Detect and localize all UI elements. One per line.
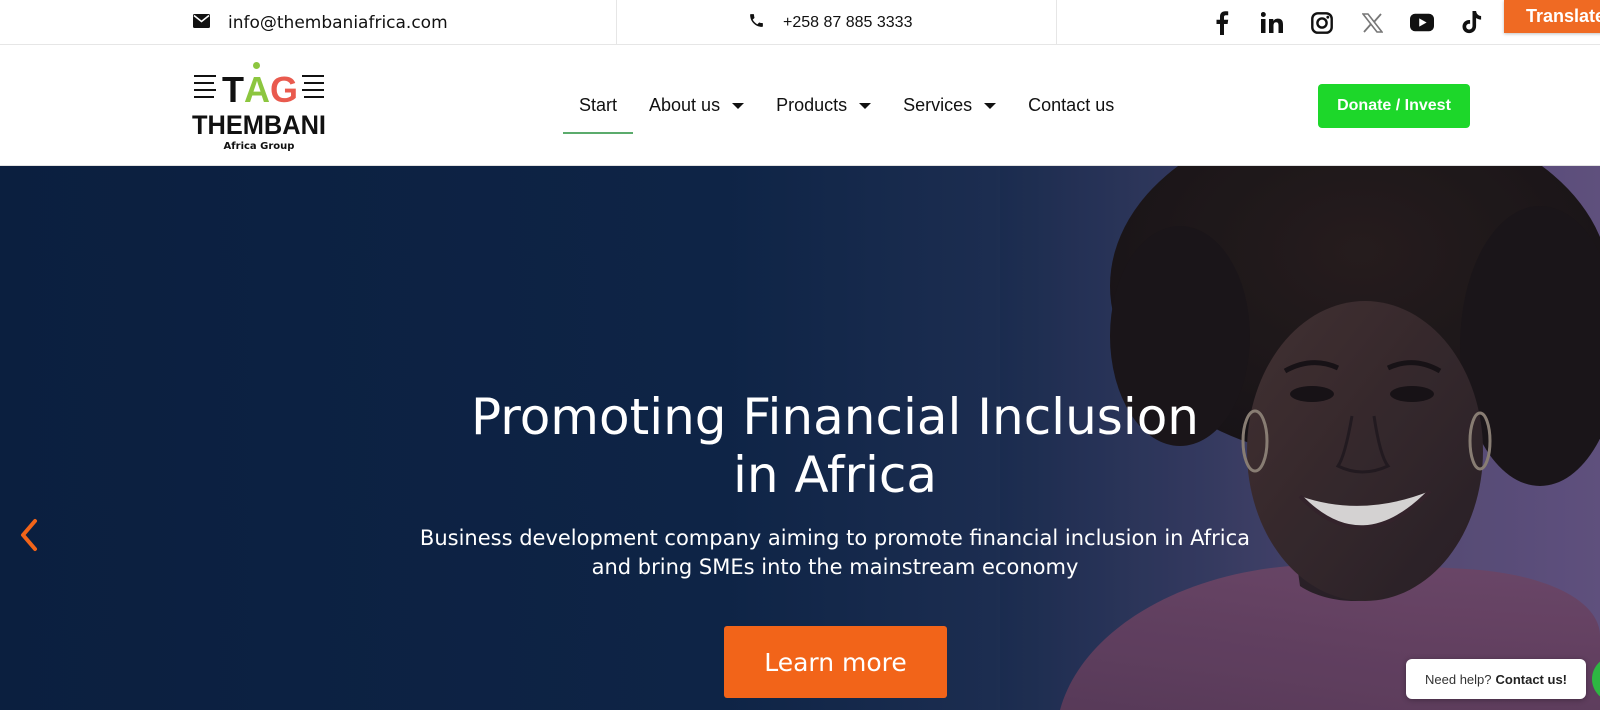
contact-phone[interactable]: +258 87 885 3333 <box>748 0 912 45</box>
svg-text:Africa Group: Africa Group <box>224 141 295 152</box>
help-contact-link[interactable]: Contact us! <box>1496 672 1568 687</box>
svg-text:G: G <box>270 69 298 110</box>
hero-slider: Promoting Financial Inclusion in Africa … <box>0 166 1600 710</box>
envelope-icon <box>193 13 210 32</box>
hero-subtitle: Business development company aiming to p… <box>400 524 1270 582</box>
nav-services-label: Services <box>903 95 973 115</box>
linkedin-icon[interactable] <box>1260 11 1284 35</box>
translate-label: Translate <box>1526 6 1600 26</box>
slider-prev-arrow-icon[interactable] <box>18 518 40 552</box>
hero-title: Promoting Financial Inclusion in Africa <box>400 388 1270 504</box>
help-prefix: Need help? <box>1425 671 1492 687</box>
main-nav: Start About us Products Services Contact… <box>563 45 1130 166</box>
email-text[interactable]: info@thembaniafrica.com <box>228 13 448 33</box>
nav-about-us-label: About us <box>649 95 721 115</box>
hero-title-line-2: in Africa <box>732 446 938 504</box>
nav-products-label: Products <box>776 95 848 115</box>
nav-about-us[interactable]: About us <box>633 45 760 166</box>
caret-down-icon <box>984 102 997 109</box>
instagram-icon[interactable] <box>1310 11 1334 35</box>
contact-email[interactable]: info@thembaniafrica.com <box>193 0 448 45</box>
learn-more-button[interactable]: Learn more <box>724 626 947 698</box>
donate-invest-button[interactable]: Donate / Invest <box>1318 84 1470 128</box>
topbar-divider <box>1056 0 1057 45</box>
facebook-icon[interactable] <box>1210 10 1234 35</box>
thembani-logo[interactable]: T A G THEMBANI Africa Group <box>192 62 332 154</box>
x-icon[interactable] <box>1360 11 1384 35</box>
nav-products[interactable]: Products <box>760 45 887 166</box>
translate-button[interactable]: Translate <box>1504 0 1600 33</box>
nav-contact-us-label: Contact us <box>1028 95 1115 115</box>
nav-start-label: Start <box>579 95 618 115</box>
youtube-icon[interactable] <box>1410 11 1434 35</box>
top-bar: info@thembaniafrica.com +258 87 885 3333… <box>0 0 1600 45</box>
hero-title-line-1: Promoting Financial Inclusion <box>470 388 1199 446</box>
nav-start[interactable]: Start <box>563 45 634 166</box>
caret-down-icon <box>732 102 745 109</box>
social-links <box>1210 0 1484 45</box>
topbar-divider <box>616 0 617 45</box>
phone-icon <box>748 12 765 33</box>
help-contact-widget[interactable]: Need help? Contact us! <box>1406 659 1586 699</box>
svg-text:A: A <box>244 69 270 110</box>
site-header: T A G THEMBANI Africa Group Start About … <box>0 45 1600 166</box>
hero-subtitle-line-2: and bring SMEs into the mainstream econo… <box>591 555 1079 579</box>
nav-contact-us[interactable]: Contact us <box>1012 45 1130 166</box>
phone-text[interactable]: +258 87 885 3333 <box>783 14 912 32</box>
svg-text:THEMBANI: THEMBANI <box>192 110 326 140</box>
svg-text:T: T <box>222 69 244 110</box>
nav-services[interactable]: Services <box>887 45 1012 166</box>
caret-down-icon <box>859 102 872 109</box>
hero-subtitle-line-1: Business development company aiming to p… <box>419 526 1251 550</box>
tiktok-icon[interactable] <box>1460 11 1484 35</box>
